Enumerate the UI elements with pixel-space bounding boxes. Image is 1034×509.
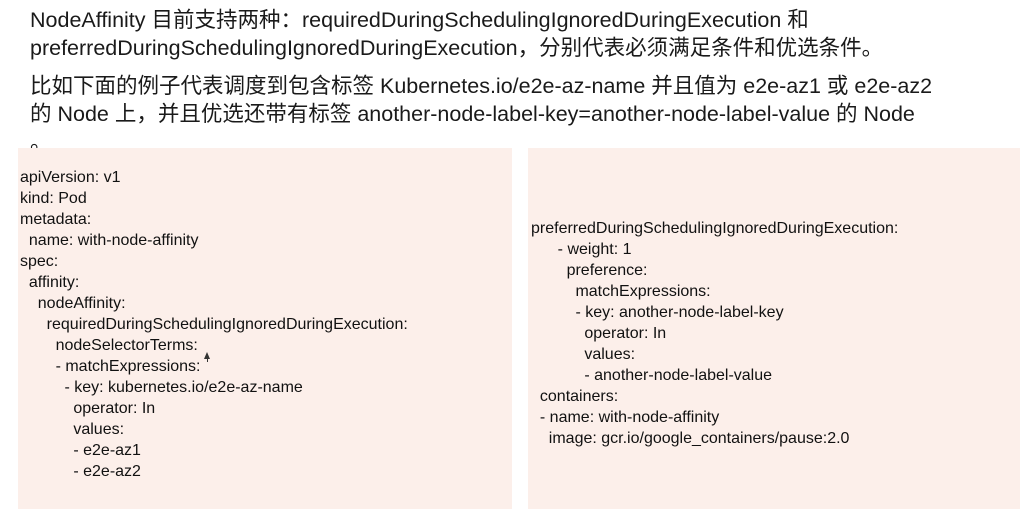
example-line-2: 的 Node 上，并且优选还带有标签 another-node-label-ke… xyxy=(30,102,915,126)
code-line: - weight: 1 xyxy=(531,241,632,258)
intro-line-2: preferredDuringSchedulingIgnoredDuringEx… xyxy=(30,36,884,60)
code-line: - matchExpressions: xyxy=(20,358,201,375)
code-line: - another-node-label-value xyxy=(531,367,773,384)
code-lines-right: preferredDuringSchedulingIgnoredDuringEx… xyxy=(528,218,898,449)
code-line: - name: with-node-affinity xyxy=(531,409,720,426)
code-line: operator: In xyxy=(20,400,156,417)
code-line: nodeSelectorTerms: xyxy=(20,337,198,354)
code-line: name: with-node-affinity xyxy=(20,232,199,249)
code-line: requiredDuringSchedulingIgnoredDuringExe… xyxy=(20,316,408,333)
intro-paragraph: NodeAffinity 目前支持两种：requiredDuringSchedu… xyxy=(30,6,1028,62)
code-line: - e2e-az1 xyxy=(20,442,141,459)
example-line-1: 比如下面的例子代表调度到包含标签 Kubernetes.io/e2e-az-na… xyxy=(30,74,933,98)
code-line: affinity: xyxy=(20,274,80,291)
code-line: kind: Pod xyxy=(20,190,87,207)
code-lines-left: apiVersion: v1 kind: Pod metadata: name:… xyxy=(18,167,408,482)
code-line: values: xyxy=(20,421,125,438)
code-line: metadata: xyxy=(20,211,92,228)
code-line: preferredDuringSchedulingIgnoredDuringEx… xyxy=(531,220,899,237)
intro-line-1: NodeAffinity 目前支持两种：requiredDuringSchedu… xyxy=(30,8,809,32)
code-line: preference: xyxy=(531,262,648,279)
code-line: nodeAffinity: xyxy=(20,295,126,312)
code-line: apiVersion: v1 xyxy=(20,169,121,186)
code-line: - e2e-az2 xyxy=(20,463,141,480)
mouse-cursor-icon xyxy=(204,352,210,362)
example-paragraph: 比如下面的例子代表调度到包含标签 Kubernetes.io/e2e-az-na… xyxy=(30,72,1028,156)
code-line: containers: xyxy=(531,388,619,405)
code-line: operator: In xyxy=(531,325,667,342)
code-line: - key: kubernetes.io/e2e-az-name xyxy=(20,379,303,396)
code-line: spec: xyxy=(20,253,59,270)
yaml-code-block-right: preferredDuringSchedulingIgnoredDuringEx… xyxy=(528,148,1020,509)
yaml-code-block-left: apiVersion: v1 kind: Pod metadata: name:… xyxy=(18,148,512,509)
code-line: - key: another-node-label-key xyxy=(531,304,784,321)
code-line: image: gcr.io/google_containers/pause:2.… xyxy=(531,430,850,447)
code-line: matchExpressions: xyxy=(531,283,711,300)
code-line: values: xyxy=(531,346,636,363)
